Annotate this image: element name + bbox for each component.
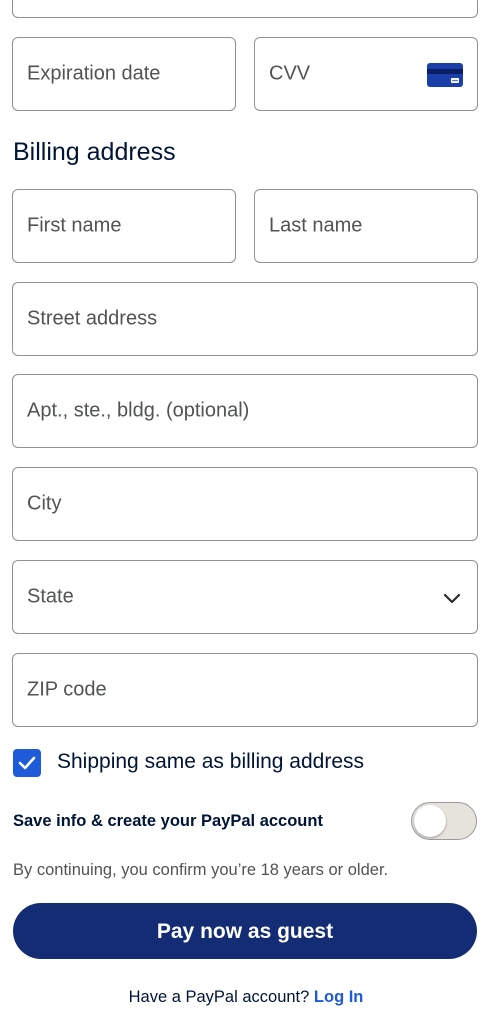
billing-address-title: Billing address: [13, 138, 176, 166]
street-address-field[interactable]: Street address: [12, 282, 478, 356]
shipping-same-label[interactable]: Shipping same as billing address: [57, 750, 364, 774]
state-placeholder: State: [27, 585, 74, 608]
cvv-placeholder: CVV: [269, 62, 311, 85]
login-prompt-text: Have a PayPal account?: [128, 988, 310, 1006]
city-placeholder: City: [27, 492, 62, 515]
credit-card-icon: [427, 63, 463, 87]
cvv-field[interactable]: CVV: [254, 37, 478, 111]
save-info-toggle[interactable]: [411, 802, 477, 840]
zip-code-field[interactable]: ZIP code: [12, 653, 478, 727]
first-name-field[interactable]: First name: [12, 189, 236, 263]
apt-field[interactable]: Apt., ste., bldg. (optional): [12, 374, 478, 448]
last-name-field[interactable]: Last name: [254, 189, 478, 263]
zip-code-placeholder: ZIP code: [27, 678, 107, 701]
expiration-date-placeholder: Expiration date: [27, 62, 161, 85]
login-prompt-line: Have a PayPal account? Log In: [0, 988, 492, 1007]
log-in-link[interactable]: Log In: [314, 988, 363, 1006]
expiration-date-field[interactable]: Expiration date: [12, 37, 236, 111]
save-info-label: Save info & create your PayPal account: [13, 812, 323, 830]
checkmark-icon: [18, 756, 36, 770]
street-address-placeholder: Street address: [27, 307, 158, 330]
shipping-same-checkbox[interactable]: [13, 749, 41, 777]
city-field[interactable]: City: [12, 467, 478, 541]
first-name-placeholder: First name: [27, 214, 122, 237]
toggle-knob: [414, 805, 446, 837]
last-name-placeholder: Last name: [269, 214, 363, 237]
card-number-field[interactable]: [12, 0, 478, 18]
apt-placeholder: Apt., ste., bldg. (optional): [27, 399, 250, 422]
state-select[interactable]: State: [12, 560, 478, 634]
age-confirmation-note: By continuing, you confirm you’re 18 yea…: [13, 861, 389, 879]
chevron-down-icon: [443, 593, 461, 604]
pay-now-as-guest-button[interactable]: Pay now as guest: [13, 903, 477, 959]
